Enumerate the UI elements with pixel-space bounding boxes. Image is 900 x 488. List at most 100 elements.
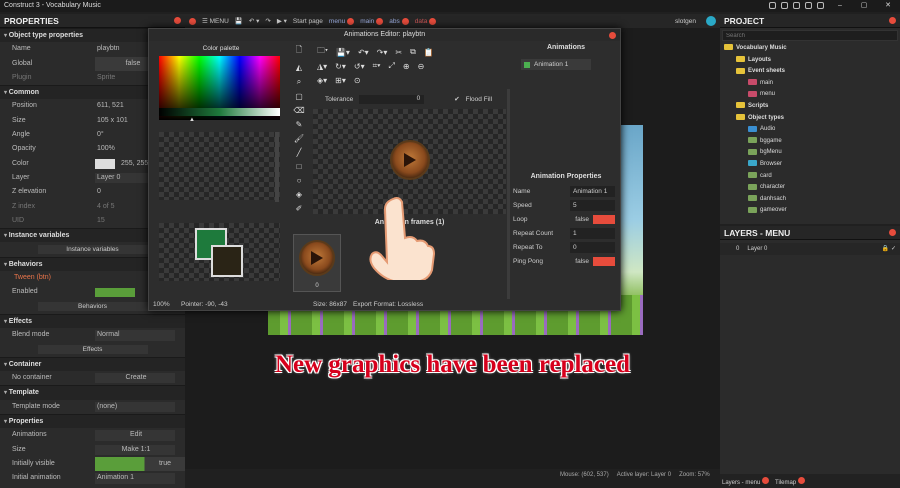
animation-property-row[interactable]: Speed 5: [513, 199, 621, 213]
rotate-ccw-icon[interactable]: ↺▾: [354, 62, 365, 71]
property-value[interactable]: [95, 288, 135, 297]
copy-icon[interactable]: ⧉: [410, 47, 416, 57]
layers-stack-icon[interactable]: ◈▾: [317, 76, 327, 85]
fill-bucket-icon[interactable]: ◈: [296, 190, 302, 199]
property-row[interactable]: Initial animation Animation 1: [0, 471, 185, 485]
property-value[interactable]: true: [95, 456, 185, 472]
mirror-icon[interactable]: ◮▾: [317, 62, 327, 71]
property-value[interactable]: Normal: [95, 330, 175, 341]
eyedropper-icon[interactable]: ✐: [296, 204, 303, 213]
property-value[interactable]: Create: [95, 373, 175, 384]
zoom-in-icon[interactable]: [793, 2, 800, 9]
editor-splitter[interactable]: [507, 89, 510, 299]
editor-close-icon[interactable]: [609, 32, 616, 39]
project-tree-item[interactable]: Event sheets: [724, 66, 900, 78]
project-tree-item[interactable]: bgMenu: [724, 147, 900, 159]
project-tree-item[interactable]: Vocabulary Music: [724, 43, 900, 55]
frame-thumbnail[interactable]: 0: [293, 234, 341, 292]
property-row[interactable]: Template mode (none): [0, 400, 185, 414]
property-value[interactable]: Animation 1: [95, 473, 175, 484]
rotate-icon[interactable]: ↻▾: [335, 62, 346, 71]
line-icon[interactable]: ╱: [297, 148, 302, 157]
ellipse-icon[interactable]: ○: [297, 176, 302, 185]
tolerance-input[interactable]: 0: [359, 94, 425, 104]
zoom-out-icon[interactable]: [805, 2, 812, 9]
play-icon[interactable]: ▶ ▾: [277, 17, 287, 25]
search-tool-icon[interactable]: ⌕: [297, 77, 301, 87]
rectangle-tool-icon[interactable]: □: [297, 162, 302, 171]
search-icon[interactable]: [781, 2, 788, 9]
flood-fill-checkbox[interactable]: ✔: [454, 95, 459, 103]
section-header[interactable]: Container: [0, 356, 185, 372]
key-icon[interactable]: [769, 2, 776, 9]
animation-property-row[interactable]: Ping Pong false: [513, 255, 621, 269]
section-header[interactable]: Properties: [0, 414, 185, 429]
shade-slider[interactable]: [159, 108, 280, 116]
preview-play-icon[interactable]: ⊙: [354, 76, 361, 85]
close-layers-icon[interactable]: [889, 229, 896, 236]
property-row[interactable]: Initially visible true: [0, 456, 185, 472]
crop-icon[interactable]: ⌗▾: [373, 61, 381, 71]
property-value[interactable]: Make 1:1: [95, 444, 175, 455]
new-file-icon[interactable]: 🗋: [296, 44, 302, 58]
toggle-indicator[interactable]: [593, 257, 615, 266]
property-row[interactable]: No container Create: [0, 371, 185, 385]
tab-layers-menu[interactable]: Layers - menu: [722, 476, 770, 486]
tab-start-page[interactable]: Start page: [293, 18, 323, 25]
project-tree-item[interactable]: gameover: [724, 205, 900, 217]
toggle-indicator[interactable]: [593, 215, 615, 224]
flip-icon[interactable]: ◭: [296, 63, 302, 72]
maximize-button[interactable]: ▢: [852, 0, 876, 12]
slider-handle-icon[interactable]: ▲: [189, 117, 195, 123]
section-button[interactable]: Effects: [37, 345, 148, 355]
project-tree-item[interactable]: menu: [724, 89, 900, 101]
layer-row[interactable]: 0 Layer 0 🔒 ✓: [720, 243, 900, 255]
swatch-scrollbar[interactable]: [275, 132, 279, 202]
tab-main[interactable]: main: [360, 17, 384, 25]
property-value[interactable]: (none): [95, 401, 175, 413]
project-tree-item[interactable]: card: [724, 171, 900, 183]
project-tree-item[interactable]: bggame: [724, 136, 900, 148]
animation-list-item[interactable]: Animation 1: [521, 59, 591, 70]
pencil-icon[interactable]: ✎: [296, 120, 303, 129]
project-tree-item[interactable]: Scripts: [724, 101, 900, 113]
lock-icon[interactable]: 🔒 ✓: [882, 243, 896, 255]
close-project-icon[interactable]: [889, 17, 896, 24]
project-tree-item[interactable]: main: [724, 78, 900, 90]
project-tree-item[interactable]: Browser: [724, 159, 900, 171]
save-image-icon[interactable]: 💾▾: [336, 48, 350, 57]
close-panel-icon[interactable]: [174, 17, 181, 24]
color-swatch[interactable]: [95, 158, 115, 169]
animation-property-row[interactable]: Name Animation 1: [513, 185, 621, 199]
section-header[interactable]: Template: [0, 385, 185, 400]
redo-edit-icon[interactable]: ↷▾: [377, 48, 388, 57]
open-folder-icon[interactable]: 🗀▾: [317, 45, 328, 59]
property-row[interactable]: Blend mode Normal: [0, 328, 185, 342]
zoom-in-tool-icon[interactable]: ⊕: [403, 62, 410, 71]
cut-icon[interactable]: ✂: [395, 48, 402, 57]
project-search-input[interactable]: [722, 30, 898, 41]
tab-data[interactable]: data: [415, 17, 437, 25]
close-properties-icon[interactable]: [189, 17, 196, 25]
section-button[interactable]: Instance variables: [37, 245, 148, 255]
grid-icon[interactable]: ⊞▾: [335, 76, 346, 85]
save-icon[interactable]: 💾: [235, 17, 243, 25]
project-tree-item[interactable]: danhsach: [724, 194, 900, 206]
share-icon[interactable]: [817, 2, 824, 9]
animation-property-row[interactable]: Repeat To 0: [513, 241, 621, 255]
tab-abs[interactable]: abs: [389, 17, 409, 25]
property-value[interactable]: Edit: [95, 430, 175, 441]
property-row[interactable]: Size Make 1:1: [0, 443, 185, 457]
rectangle-select-icon[interactable]: ▢: [295, 92, 303, 101]
minimize-button[interactable]: –: [828, 0, 852, 12]
section-header[interactable]: Effects: [0, 313, 185, 329]
menu-button[interactable]: ☰ MENU: [202, 17, 229, 25]
animation-property-row[interactable]: Repeat Count 1: [513, 227, 621, 241]
undo-icon[interactable]: ↶ ▾: [249, 17, 260, 25]
swatch-grid[interactable]: [159, 132, 280, 200]
paste-icon[interactable]: 📋: [424, 48, 434, 57]
property-row[interactable]: Animations Edit: [0, 428, 185, 442]
project-tree-item[interactable]: Audio: [724, 124, 900, 136]
help-icon[interactable]: [706, 16, 716, 26]
resize-icon[interactable]: ⤢: [388, 61, 394, 71]
